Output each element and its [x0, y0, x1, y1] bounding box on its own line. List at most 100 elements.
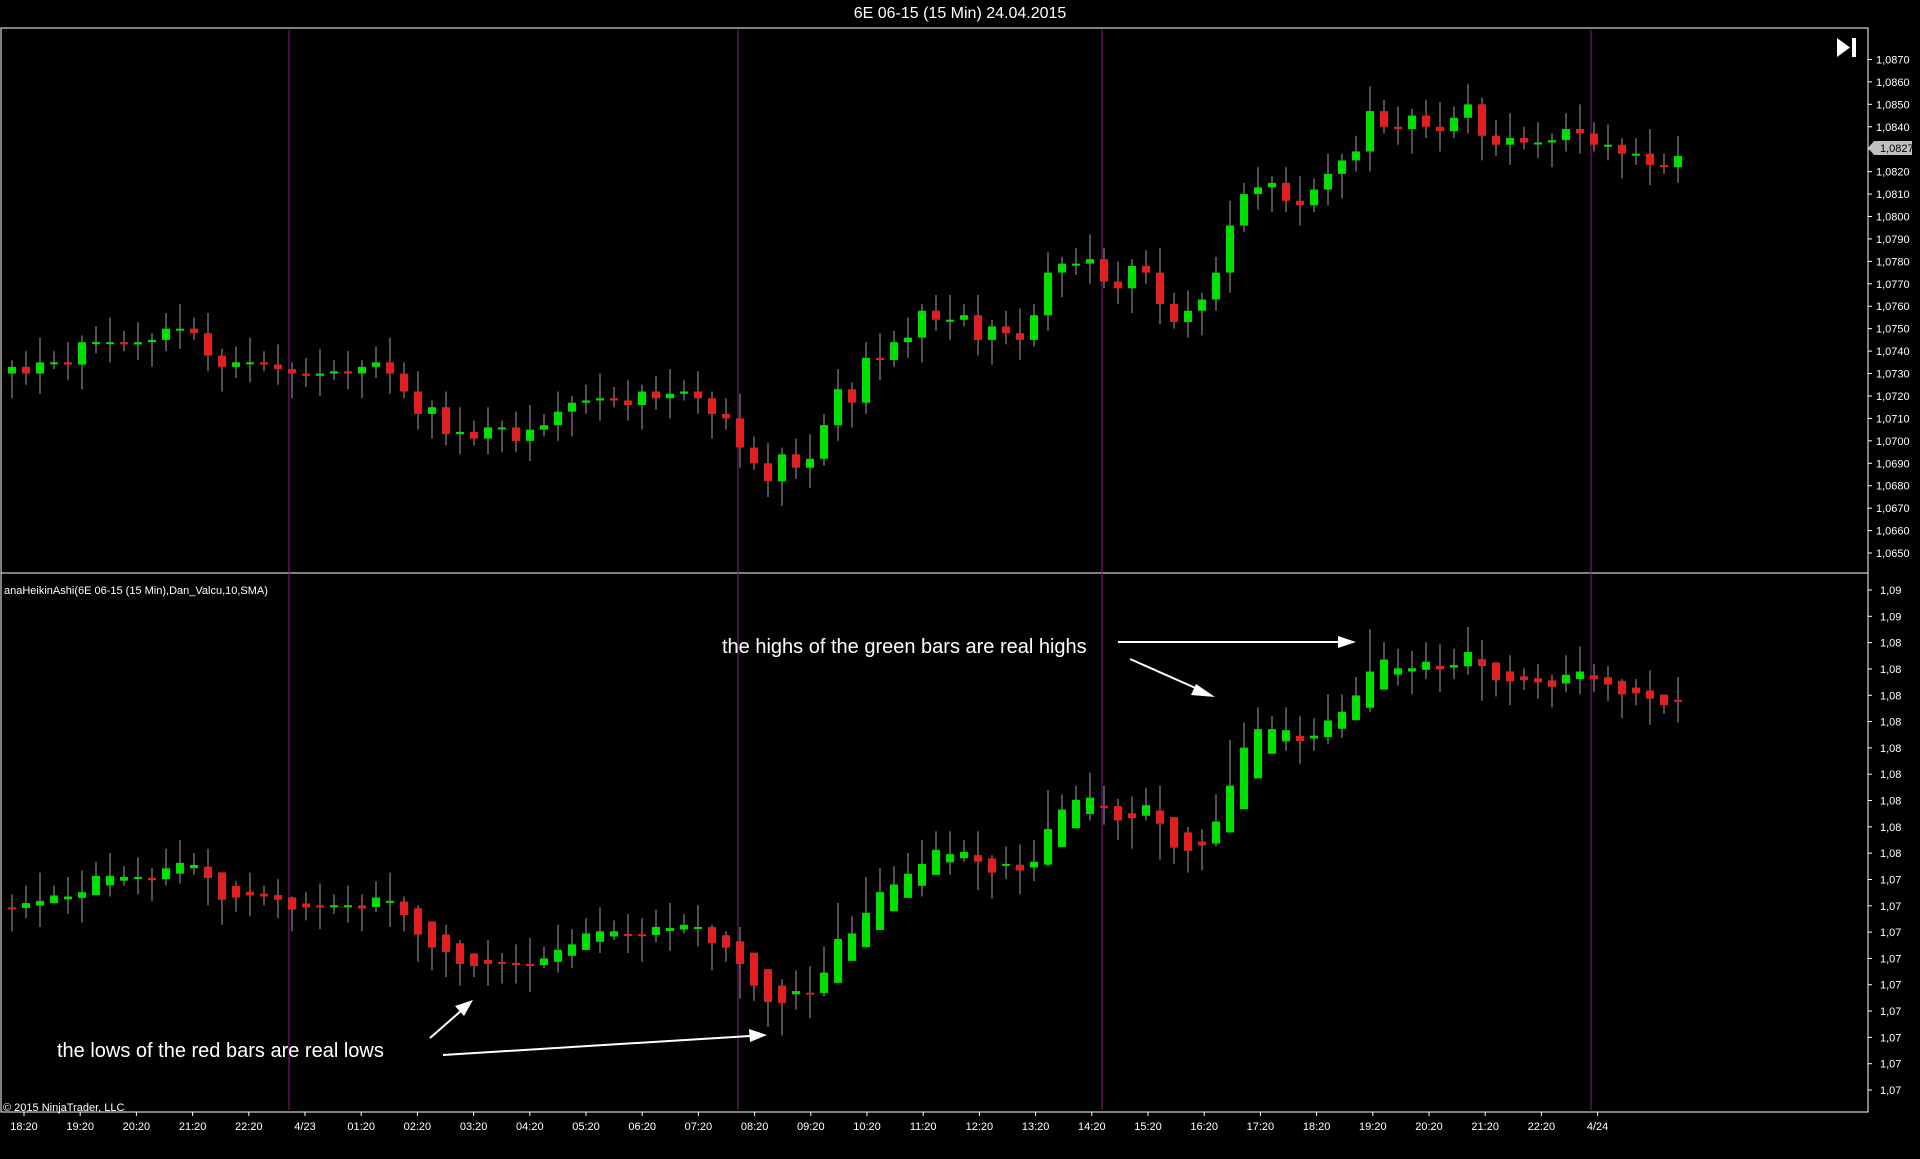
- price-candle: [960, 304, 968, 327]
- ha-candle: [50, 885, 58, 904]
- price-tick-label: 1,0840: [1876, 122, 1910, 134]
- price-candle: [1366, 86, 1374, 172]
- price-tick-label: 1,0780: [1876, 256, 1910, 268]
- price-candle: [568, 395, 576, 437]
- ha-candle: [78, 870, 86, 923]
- price-candle: [750, 436, 758, 471]
- ha-candle: [1548, 674, 1556, 708]
- price-candle: [1044, 252, 1052, 331]
- price-candle: [232, 346, 240, 379]
- chart-canvas: 1,08701,08601,08501,08401,08301,08201,08…: [0, 27, 1914, 1133]
- time-tick-label: 18:20: [10, 1121, 38, 1133]
- price-candle: [1072, 247, 1080, 275]
- price-candle: [806, 434, 814, 488]
- time-x-axis: 18:20 19:20 20:20 21:20 22:20 4/23 01:20 02:20 0…: [10, 1112, 1608, 1133]
- price-tick-label: 1,0820: [1876, 167, 1910, 179]
- price-candle: [1338, 153, 1346, 199]
- price-candle: [344, 351, 352, 390]
- ha-candle: [372, 881, 380, 912]
- ha-candle: [1338, 694, 1346, 738]
- copyright: © 2015 NinjaTrader, LLC: [3, 1102, 124, 1114]
- price-candle: [946, 295, 954, 340]
- ha-candle: [1660, 694, 1668, 714]
- price-candle: [1646, 129, 1654, 186]
- time-tick-label: 14:20: [1078, 1121, 1106, 1133]
- scroll-to-end-icon[interactable]: [1837, 38, 1856, 57]
- ha-candle: [456, 940, 464, 986]
- price-candle: [1002, 310, 1010, 345]
- ha-candle: [22, 885, 30, 919]
- price-tick-label: 1,0680: [1876, 481, 1910, 493]
- ha-candle: [1576, 646, 1584, 695]
- price-candle: [218, 348, 226, 392]
- indicator-tick-label: 1,07: [1880, 1032, 1901, 1044]
- ha-candle: [1450, 648, 1458, 680]
- price-candle: [1394, 106, 1402, 145]
- price-candle: [904, 317, 912, 358]
- price-candle: [596, 373, 604, 421]
- price-candle: [1436, 102, 1444, 152]
- time-tick-label: 13:20: [1022, 1121, 1050, 1133]
- price-candle: [862, 342, 870, 414]
- price-candle: [470, 420, 478, 446]
- time-tick-label: 07:20: [685, 1121, 713, 1133]
- indicator-label: anaHeikinAshi(6E 06-15 (15 Min),Dan_Valc…: [4, 585, 268, 597]
- ha-candle: [1058, 794, 1066, 847]
- price-candle: [386, 337, 394, 394]
- price-candle: [302, 357, 310, 388]
- ha-candle: [106, 853, 114, 897]
- ha-candle: [610, 920, 618, 940]
- price-candle: [1128, 259, 1136, 313]
- price-candle: [974, 295, 982, 356]
- price-candle: [1254, 167, 1262, 210]
- time-tick-label: 01:20: [347, 1121, 375, 1133]
- price-tick-label: 1,0730: [1876, 369, 1910, 381]
- price-candle: [988, 319, 996, 365]
- price-candle: [1352, 135, 1360, 172]
- indicator-tick-label: 1,09: [1880, 585, 1901, 597]
- indicator-tick-label: 1,07: [1880, 874, 1901, 886]
- price-candle: [190, 317, 198, 340]
- ha-candle: [260, 885, 268, 906]
- session-separators: [288, 30, 1592, 1110]
- time-tick-label: 4/24: [1587, 1121, 1608, 1133]
- ha-candle: [148, 868, 156, 901]
- price-candle: [8, 360, 16, 399]
- price-candle: [400, 362, 408, 399]
- ha-candle: [120, 866, 128, 886]
- price-tick-label: 1,0750: [1876, 324, 1910, 336]
- price-candle: [1324, 153, 1332, 206]
- ha-candle: [232, 881, 240, 912]
- ha-candle: [932, 831, 940, 875]
- price-candle: [106, 317, 114, 363]
- ha-candle: [1282, 707, 1290, 751]
- indicator-tick-label: 1,07: [1880, 927, 1901, 939]
- price-candle: [918, 304, 926, 363]
- ha-candle: [1002, 846, 1010, 880]
- price-tick-label: 1,0850: [1876, 99, 1910, 111]
- ha-candle: [1212, 794, 1220, 847]
- ha-candle: [792, 970, 800, 1010]
- price-candle: [372, 346, 380, 379]
- ha-candle: [750, 952, 758, 1001]
- price-candle: [498, 420, 506, 453]
- price-candle: [1086, 234, 1094, 284]
- ha-candle: [176, 840, 184, 884]
- price-candle: [204, 312, 212, 372]
- price-tick-label: 1,0700: [1876, 436, 1910, 448]
- ha-candle: [1268, 716, 1276, 754]
- time-tick-label: 17:20: [1247, 1121, 1275, 1133]
- price-candle: [1674, 135, 1682, 183]
- ha-candle: [736, 926, 744, 999]
- ha-candle: [624, 913, 632, 954]
- ha-candle: [1646, 670, 1654, 725]
- price-candle: [1282, 167, 1290, 213]
- ha-candle: [988, 855, 996, 899]
- price-candle: [1604, 124, 1612, 161]
- indicator-tick-label: 1,07: [1880, 1085, 1901, 1097]
- time-tick-label: 02:20: [404, 1121, 432, 1133]
- price-candle: [22, 351, 30, 385]
- price-candle: [694, 371, 702, 414]
- price-candle: [1520, 126, 1528, 150]
- price-candle: [624, 380, 632, 421]
